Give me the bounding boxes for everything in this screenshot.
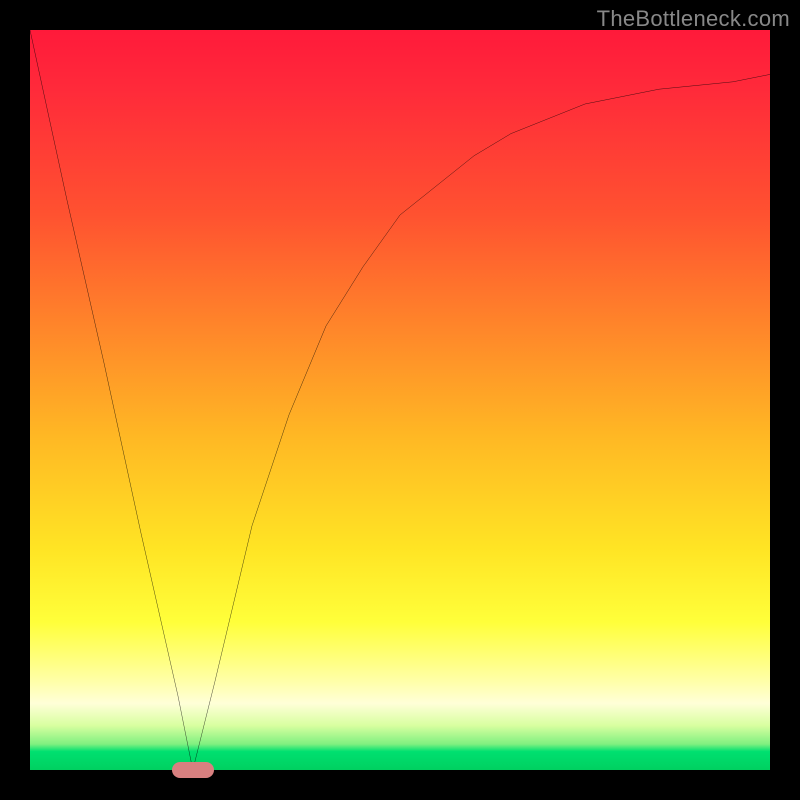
notch-marker (172, 762, 214, 778)
attribution-text: TheBottleneck.com (597, 6, 790, 32)
bottleneck-curve (30, 30, 770, 770)
plot-area (30, 30, 770, 770)
